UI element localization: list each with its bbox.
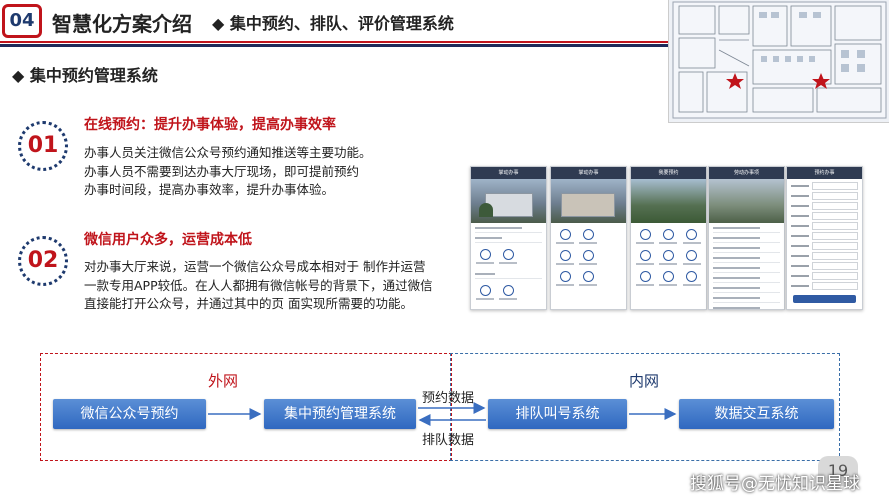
arrow-label-booking-data: 预约数据 [422, 391, 475, 406]
watermark-text: 搜狐号@无忧知识星球 [690, 474, 860, 494]
diagram-arrows [208, 402, 677, 426]
arrow-label-queue-data: 排队数据 [422, 433, 475, 448]
